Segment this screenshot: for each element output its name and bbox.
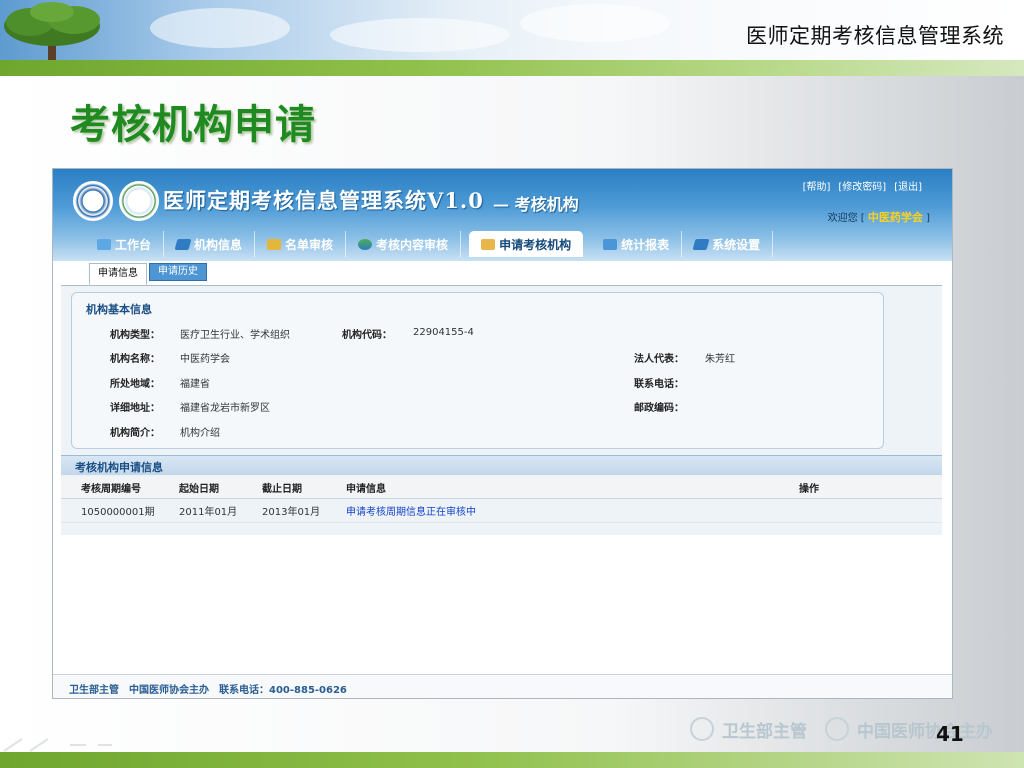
watermark-association: 中国医师协会主办 bbox=[857, 721, 993, 742]
top-links: [帮助] [修改密码] [退出] bbox=[803, 178, 922, 193]
apply-info-table: 考核周期编号 起始日期 截止日期 申请信息 操作 1050000001期 201… bbox=[61, 477, 942, 523]
basic-info-title: 机构基本信息 bbox=[86, 303, 152, 316]
settings-icon bbox=[692, 238, 710, 250]
logout-link[interactable]: [退出] bbox=[894, 178, 922, 193]
col-end-date: 截止日期 bbox=[262, 484, 302, 495]
table-row: 1050000001期 2011年01月 2013年01月 申请考核周期信息正在… bbox=[61, 499, 942, 523]
app-title: 医师定期考核信息管理系统V1.0 bbox=[163, 188, 484, 213]
nav-label: 机构信息 bbox=[194, 237, 243, 252]
tab-apply-history[interactable]: 申请历史 bbox=[149, 263, 207, 281]
health-ministry-logo-icon bbox=[73, 181, 113, 221]
change-password-link[interactable]: [修改密码] bbox=[838, 178, 886, 193]
cell-cycle-id: 1050000001期 bbox=[81, 507, 155, 518]
tab-apply-info[interactable]: 申请信息 bbox=[89, 263, 147, 285]
help-link[interactable]: [帮助] bbox=[803, 178, 831, 193]
region-value: 福建省 bbox=[180, 379, 210, 390]
nav-label: 考核内容审核 bbox=[376, 237, 449, 252]
col-cycle-id: 考核周期编号 bbox=[81, 484, 141, 495]
cell-start-date: 2011年01月 bbox=[179, 507, 238, 518]
subtabs: 申请信息 申请历史 bbox=[89, 263, 207, 285]
org-info-icon bbox=[174, 238, 192, 250]
tree-icon bbox=[4, 2, 100, 62]
watermark-ministry: 卫生部主管 bbox=[722, 721, 807, 742]
col-start-date: 起始日期 bbox=[179, 484, 219, 495]
region-label: 所处地域： bbox=[110, 379, 160, 390]
org-type-label: 机构类型： bbox=[110, 330, 160, 341]
legal-rep-value: 朱芳红 bbox=[705, 354, 735, 365]
welcome-org: 中医药学会 bbox=[867, 211, 923, 224]
address-label: 详细地址： bbox=[110, 403, 160, 414]
app-window: 医师定期考核信息管理系统V1.0 — 考核机构 [帮助] [修改密码] [退出]… bbox=[52, 168, 953, 699]
org-code-label: 机构代码： bbox=[342, 330, 392, 341]
nav-label: 名单审核 bbox=[285, 237, 334, 252]
nav-apply-org[interactable]: 申请考核机构 bbox=[469, 231, 584, 257]
green-band bbox=[0, 60, 1024, 76]
col-action: 操作 bbox=[799, 484, 819, 495]
nav-org-info[interactable]: 机构信息 bbox=[164, 231, 256, 257]
nav-label: 统计报表 bbox=[621, 237, 670, 252]
decorative-lines bbox=[3, 738, 112, 752]
footer-watermark: 卫生部主管 中国医师协会主办 bbox=[690, 716, 1020, 742]
org-name-label: 机构名称： bbox=[110, 354, 160, 365]
basic-info-panel: 机构基本信息 机构类型： 医疗卫生行业、学术组织 机构代码： 22904155-… bbox=[71, 292, 884, 449]
list-review-icon bbox=[267, 238, 282, 250]
postcode-label: 邮政编码： bbox=[634, 403, 684, 414]
org-type-value: 医疗卫生行业、学术组织 bbox=[180, 330, 290, 341]
app-header: 医师定期考核信息管理系统V1.0 — 考核机构 [帮助] [修改密码] [退出]… bbox=[53, 169, 952, 261]
app-subtitle: — 考核机构 bbox=[493, 195, 579, 214]
nav-workbench[interactable]: 工作台 bbox=[85, 231, 165, 257]
cell-end-date: 2013年01月 bbox=[262, 507, 321, 518]
section-title: 考核机构申请 bbox=[70, 102, 316, 148]
apply-info-title: 考核机构申请信息 bbox=[75, 461, 163, 474]
page-number: 41 bbox=[936, 722, 964, 746]
table-header: 考核周期编号 起始日期 截止日期 申请信息 操作 bbox=[61, 477, 942, 499]
workbench-icon bbox=[97, 238, 111, 250]
medical-association-logo-icon bbox=[119, 181, 159, 221]
nav-label: 系统设置 bbox=[712, 237, 761, 252]
col-apply-info: 申请信息 bbox=[346, 484, 386, 495]
intro-value: 机构介绍 bbox=[180, 428, 220, 439]
nav-content-review[interactable]: 考核内容审核 bbox=[346, 231, 462, 257]
address-value: 福建省龙岩市新罗区 bbox=[180, 403, 270, 414]
footer-text: 卫生部主管 中国医师协会主办 联系电话：400-885-0626 bbox=[69, 685, 347, 696]
nav-list-review[interactable]: 名单审核 bbox=[255, 231, 347, 257]
seal-icon bbox=[690, 717, 714, 741]
apply-info-bar: 考核机构申请信息 bbox=[61, 455, 942, 475]
apply-org-icon bbox=[481, 238, 496, 250]
org-code-value: 22904155-4 bbox=[413, 327, 474, 338]
welcome-prefix: 欢迎您 [ bbox=[827, 213, 865, 224]
phone-label: 联系电话： bbox=[634, 379, 684, 390]
nav-label: 申请考核机构 bbox=[499, 237, 572, 252]
main-nav: 工作台 机构信息 名单审核 考核内容审核 申请考核机构 统计报表 系统设置 bbox=[85, 231, 774, 257]
org-name-value: 中医药学会 bbox=[180, 354, 230, 365]
seal-icon bbox=[825, 717, 849, 741]
app-footer: 卫生部主管 中国医师协会主办 联系电话：400-885-0626 bbox=[53, 674, 952, 698]
content-review-icon bbox=[358, 238, 373, 250]
nav-label: 工作台 bbox=[115, 237, 152, 252]
legal-rep-label: 法人代表： bbox=[634, 354, 684, 365]
slide-header-title: 医师定期考核信息管理系统 bbox=[746, 24, 1004, 48]
cell-apply-status-link[interactable]: 申请考核周期信息正在审核中 bbox=[346, 503, 799, 518]
green-bottom-band bbox=[0, 752, 1024, 768]
welcome-text: 欢迎您 [ 中医药学会 ] bbox=[828, 209, 930, 225]
nav-settings[interactable]: 系统设置 bbox=[682, 231, 774, 257]
statistics-icon bbox=[603, 238, 618, 250]
intro-label: 机构简介： bbox=[110, 428, 160, 439]
welcome-suffix: ] bbox=[926, 213, 930, 224]
nav-statistics[interactable]: 统计报表 bbox=[591, 231, 683, 257]
